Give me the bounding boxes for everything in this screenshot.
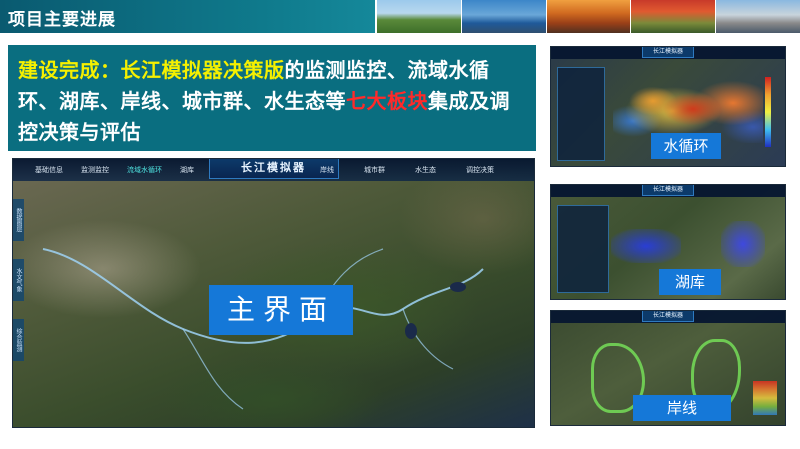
- landscape-photo-river: [460, 0, 546, 33]
- thumbnail-shoreline: 长江模拟器 岸线: [550, 310, 786, 426]
- map-tabs-right: 岸线 城市群 水生态 调控决策: [320, 165, 494, 175]
- thumbnail-label-shoreline: 岸线: [633, 395, 731, 421]
- page-title: 项目主要进展: [8, 10, 116, 30]
- slide: 项目主要进展 建设完成：长江模拟器决策版的监测监控、流域水循环、湖库、岸线、城市…: [0, 0, 800, 449]
- thumbnail-brand: 长江模拟器: [642, 311, 694, 322]
- tab-urban-cluster[interactable]: 城市群: [364, 165, 385, 175]
- thumbnail-lakes: 长江模拟器 湖库: [550, 184, 786, 300]
- simulator-brand: 长江模拟器: [208, 159, 339, 179]
- thumbnail-label-lakes: 湖库: [659, 269, 721, 295]
- tab-basic-info[interactable]: 基础信息: [35, 165, 63, 175]
- side-tab-hydro-meteo[interactable]: 水文气象: [13, 259, 24, 301]
- thumbnail-water-cycle: 长江模拟器 水循环: [550, 46, 786, 167]
- map-tabs-left: 基础信息 监测监控 流域水循环 湖库: [35, 165, 194, 175]
- lake-extent-overlay-2: [721, 221, 765, 267]
- thumbnail-brand: 长江模拟器: [642, 185, 694, 196]
- side-tab-integrated-monitoring[interactable]: 综合监测: [13, 319, 24, 361]
- color-scale-legend: [765, 77, 771, 147]
- tab-aquatic-ecology[interactable]: 水生态: [415, 165, 436, 175]
- thumbnail-brand: 长江模拟器: [642, 47, 694, 58]
- headline-part-1: 建设完成：长江模拟器决策版: [18, 58, 285, 82]
- lake-extent-overlay-1: [611, 229, 681, 263]
- landscape-photo-city: [715, 0, 800, 33]
- photo-strip: [376, 0, 800, 33]
- side-tab-data-layers[interactable]: 数据图层: [13, 199, 24, 241]
- thumbnail-side-panel: [557, 67, 605, 161]
- tab-water-cycle[interactable]: 流域水循环: [127, 165, 162, 175]
- headline-text: 建设完成：长江模拟器决策版的监测监控、流域水循环、湖库、岸线、城市群、水生态等七…: [18, 55, 528, 148]
- main-interface-screenshot: 基础信息 监测监控 流域水循环 湖库 长江模拟器 岸线 城市群 水生态 调控决策…: [12, 158, 535, 428]
- landscape-photo-canyon: [545, 0, 631, 33]
- headline-box: 建设完成：长江模拟器决策版的监测监控、流域水循环、湖库、岸线、城市群、水生态等七…: [8, 45, 536, 151]
- tab-shoreline[interactable]: 岸线: [320, 165, 334, 175]
- tab-lakes[interactable]: 湖库: [180, 165, 194, 175]
- header-bar: 项目主要进展: [0, 0, 375, 33]
- landscape-photo-grassland: [376, 0, 461, 33]
- thumbnail-side-panel: [557, 205, 609, 293]
- main-interface-label: 主界面: [209, 285, 353, 335]
- thumbnail-label-water-cycle: 水循环: [651, 133, 721, 159]
- tab-monitoring[interactable]: 监测监控: [81, 165, 109, 175]
- tab-regulation-decision[interactable]: 调控决策: [466, 165, 494, 175]
- shoreline-legend: [753, 381, 777, 415]
- headline-part-3: 七大板块: [346, 89, 428, 113]
- landscape-photo-autumn: [630, 0, 716, 33]
